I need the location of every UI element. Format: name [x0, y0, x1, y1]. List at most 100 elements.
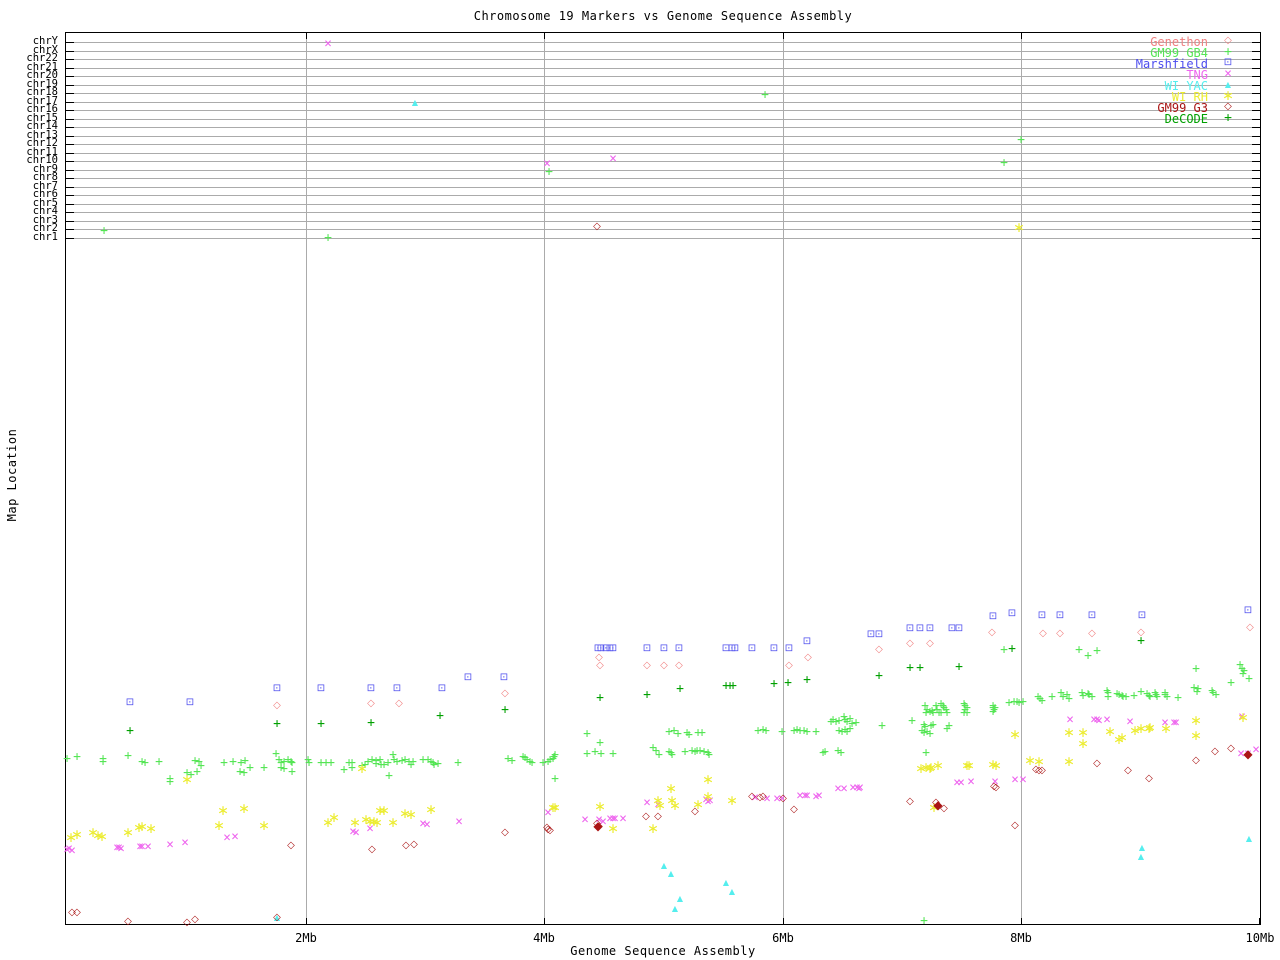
axis-tick-left	[66, 135, 74, 137]
axis-tick-left	[66, 178, 74, 180]
x-tick-top	[1260, 33, 1261, 39]
axis-tick-right	[1252, 220, 1260, 222]
x-tick-top	[544, 33, 545, 39]
wi-yac-data-point: ▲	[660, 861, 668, 870]
gm99-gb4-data-point: +	[1019, 694, 1027, 710]
genethon-data-point: ◇	[804, 652, 812, 663]
axis-tick-left	[66, 127, 74, 129]
tng-data-point: ×	[840, 781, 848, 797]
genethon-data-point: ◇	[643, 660, 651, 671]
marshfield-data-point: ⊡	[954, 623, 964, 634]
chromosome-row-line	[66, 229, 1260, 231]
gm99-g3-data-point: ◇	[287, 840, 295, 851]
x-gridline	[1021, 33, 1022, 924]
gm99-gb4-data-point: +	[583, 746, 591, 762]
axis-tick-left	[66, 212, 74, 214]
gm99-gb4-data-point: +	[246, 760, 254, 776]
axis-tick-left	[66, 59, 74, 61]
axis-tick-right	[1252, 101, 1260, 103]
chromosome-row-line	[66, 186, 1260, 188]
gm99-g3-data-point: ◇	[691, 806, 699, 817]
decode-data-point: +	[501, 702, 509, 718]
wi-rh-data-point: ∗	[607, 821, 619, 837]
decode-data-point: +	[1137, 633, 1145, 649]
gm99-g3-data-point: ◇	[654, 811, 662, 822]
gm99-gb4-data-point: +	[1065, 691, 1073, 707]
gm99-g3-data-point: ◇	[1011, 820, 1019, 831]
axis-tick-left	[66, 203, 74, 205]
gm99-g3-data-point: ◇	[501, 827, 509, 838]
decode-data-point: +	[729, 678, 737, 694]
wi-rh-data-point: ∗	[181, 772, 193, 788]
gm99-gb4-data-point: +	[220, 755, 228, 771]
axis-tick-left	[66, 101, 74, 103]
x-tick-label: 2Mb	[295, 931, 317, 945]
x-tick-bottom	[306, 918, 307, 924]
gm99-gb4-data-point: +	[1194, 681, 1202, 697]
genethon-data-point: ◇	[1056, 628, 1064, 639]
marshfield-data-point: ⊡	[366, 683, 376, 694]
marshfield-data-point: ⊡	[316, 683, 326, 694]
axis-tick-left	[66, 161, 74, 163]
marshfield-data-point: ⊡	[905, 623, 915, 634]
wi-rh-data-point: ∗	[963, 758, 975, 774]
gm99-gb4-data-point: +	[1104, 689, 1112, 705]
gm99-gb4-data-point: +	[324, 230, 332, 246]
decode-data-point: +	[784, 675, 792, 691]
axis-tick-left	[66, 118, 74, 120]
tng-data-point: ×	[643, 795, 651, 811]
wi-rh-data-point: ∗	[145, 821, 157, 837]
gm99-g3-data-point: ◇	[1227, 743, 1235, 754]
wi-rh-data-point: ∗	[1144, 720, 1156, 736]
axis-tick-left	[66, 84, 74, 86]
chromosome-row-line	[66, 152, 1260, 154]
wi-rh-data-point: ∗	[669, 798, 681, 814]
wi-rh-data-point: ∗	[1009, 727, 1021, 743]
decode-data-point: +	[273, 716, 281, 732]
axis-tick-right	[1252, 110, 1260, 112]
wi-yac-data-point: ▲	[671, 904, 679, 913]
gm99-gb4-data-point: +	[597, 746, 605, 762]
genethon-data-point: ◇	[1246, 622, 1254, 633]
axis-tick-left	[66, 186, 74, 188]
axis-tick-left	[66, 144, 74, 146]
decode-data-point: +	[367, 715, 375, 731]
tng-data-point: ×	[423, 817, 431, 833]
gm99-g3-data-point: ◇	[183, 917, 191, 928]
gm99-gb4-data-point: +	[945, 718, 953, 734]
marshfield-data-point: ⊡	[1087, 610, 1097, 621]
gm99-gb4-data-point: +	[920, 913, 928, 929]
axis-tick-left	[66, 76, 74, 78]
x-axis-label: Genome Sequence Assembly	[570, 944, 756, 958]
gnuplot-chart: Chromosome 19 Markers vs Genome Sequence…	[0, 0, 1280, 960]
decode-data-point: +	[803, 672, 811, 688]
wi-rh-data-point: ∗	[96, 829, 108, 845]
tng-data-point: ×	[543, 156, 551, 172]
gm99-gb4-data-point: +	[434, 756, 442, 772]
gm99-gb4-data-point: +	[837, 745, 845, 761]
gm99-gb4-data-point: +	[99, 754, 107, 770]
decode-data-point: +	[955, 659, 963, 675]
gm99-g3-data-point: ◇	[1124, 765, 1132, 776]
axis-tick-right	[1252, 118, 1260, 120]
axis-tick-right	[1252, 127, 1260, 129]
tng-data-point: ×	[455, 814, 463, 830]
wi-rh-data-point: ∗	[1063, 725, 1075, 741]
wi-rh-data-point: ∗	[549, 800, 561, 816]
marshfield-data-point: ⊡	[437, 683, 447, 694]
gm99-gb4-data-point: +	[1245, 671, 1253, 687]
gm99-gb4-data-point: +	[73, 749, 81, 765]
tng-data-point: ×	[1011, 772, 1019, 788]
gm99-gb4-data-point: +	[166, 774, 174, 790]
marshfield-data-point: ⊡	[1037, 610, 1047, 621]
axis-tick-right	[1252, 152, 1260, 154]
x-tick-top	[783, 33, 784, 39]
gm99-gb4-data-point: +	[100, 223, 108, 239]
genethon-data-point: ◇	[926, 638, 934, 649]
genethon-data-point: ◇	[273, 700, 281, 711]
gm99-gb4-data-point: +	[685, 727, 693, 743]
wi-rh-data-point: ∗	[594, 799, 606, 815]
wi-rh-data-point: ∗	[328, 810, 340, 826]
wi-yac-data-point: ▲	[1245, 834, 1253, 843]
chromosome-row-line	[66, 195, 1260, 197]
